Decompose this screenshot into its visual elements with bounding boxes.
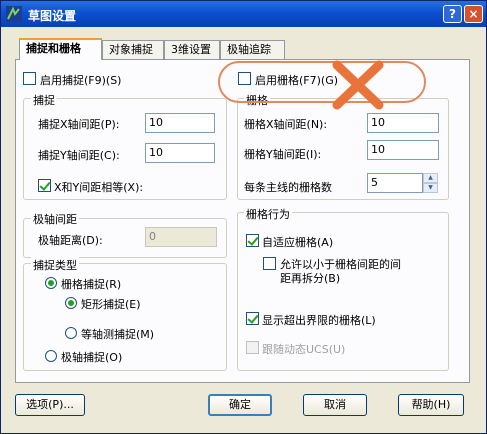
tab-snap-grid[interactable]: 捕捉和栅格 (19, 38, 102, 60)
iso-snap-radio[interactable] (65, 327, 77, 339)
iso-snap-label: 等轴测捕捉(M) (81, 328, 155, 341)
subdivide-checkbox[interactable] (263, 257, 276, 270)
window-title: 草图设置 (28, 9, 77, 23)
follow-ucs-label: 跟随动态UCS(U) (262, 343, 346, 356)
ok-button[interactable]: 确定 (208, 394, 272, 416)
snap-y-label: 捕捉Y轴间距(C): (38, 149, 120, 162)
cross-mark-icon (332, 60, 384, 110)
annotation-highlight-oval (218, 61, 426, 103)
grid-y-label: 栅格Y轴间距(I): (244, 148, 322, 161)
major-line-input[interactable]: 5 (367, 173, 423, 193)
spin-down-icon[interactable]: ▼ (423, 183, 438, 193)
snap-type-title: 捕捉类型 (31, 257, 79, 273)
help-button[interactable]: 帮助(H) (398, 394, 464, 416)
adaptive-grid-checkbox[interactable] (246, 234, 259, 247)
snap-x-input[interactable]: 10 (145, 113, 215, 133)
subdivide-label-line2: 距再拆分(B) (280, 272, 341, 285)
xy-equal-label: X和Y间距相等(X): (54, 181, 144, 194)
adaptive-grid-label: 自适应栅格(A) (262, 236, 334, 249)
close-button[interactable]: × (464, 5, 483, 23)
polar-distance-input[interactable]: 0 (145, 227, 217, 247)
snap-enable-checkbox[interactable] (23, 72, 36, 85)
tab-label: 极轴追踪 (227, 43, 271, 56)
options-button[interactable]: 选项(P)... (15, 394, 85, 416)
polar-group-title: 极轴间距 (31, 211, 79, 227)
polar-snap-radio[interactable] (45, 350, 57, 362)
tab-polar-tracking[interactable]: 极轴追踪 (220, 40, 285, 59)
tab-label: 3维设置 (171, 43, 211, 56)
tab-label: 对象捕捉 (109, 43, 153, 56)
help-title-button[interactable]: ? (443, 5, 462, 23)
cancel-button[interactable]: 取消 (303, 394, 367, 416)
xy-equal-checkbox[interactable] (38, 179, 51, 192)
beyond-limits-label: 显示超出界限的栅格(L) (262, 314, 376, 327)
grid-snap-label: 栅格捕捉(R) (61, 278, 122, 291)
snap-group-title: 捕捉 (31, 92, 57, 108)
grid-behavior-title: 栅格行为 (244, 206, 292, 222)
polar-distance-label: 极轴距离(D): (38, 234, 103, 247)
close-icon: × (468, 7, 479, 21)
tab-object-snap[interactable]: 对象捕捉 (102, 40, 164, 59)
snap-enable-label: 启用捕捉(F9)(S) (40, 74, 122, 87)
title-bar[interactable]: 草图设置 ? × (1, 1, 486, 27)
snap-x-label: 捕捉X轴间距(P): (38, 118, 120, 131)
drafting-settings-dialog: 草图设置 ? × 捕捉和栅格 对象捕捉 3维设置 极轴追踪 启用捕捉(F9)(S… (0, 0, 487, 434)
grid-y-input[interactable]: 10 (367, 140, 439, 160)
tab-label: 捕捉和栅格 (26, 42, 81, 55)
tab-3d-settings[interactable]: 3维设置 (164, 40, 220, 59)
major-line-label: 每条主线的栅格数 (244, 181, 332, 194)
follow-ucs-checkbox[interactable] (246, 341, 259, 354)
help-icon: ? (449, 7, 456, 21)
rect-snap-radio[interactable] (65, 297, 77, 309)
polar-snap-label: 极轴捕捉(O) (61, 351, 123, 364)
snap-y-input[interactable]: 10 (145, 143, 215, 163)
grid-snap-radio[interactable] (45, 277, 57, 289)
rect-snap-label: 矩形捕捉(E) (81, 298, 141, 311)
grid-x-label: 栅格X轴间距(N): (244, 118, 328, 131)
app-icon (6, 6, 22, 22)
spin-up-icon[interactable]: ▲ (423, 173, 438, 183)
beyond-limits-checkbox[interactable] (246, 312, 259, 325)
major-line-stepper[interactable]: ▲ ▼ (423, 173, 438, 193)
grid-x-input[interactable]: 10 (367, 113, 439, 133)
